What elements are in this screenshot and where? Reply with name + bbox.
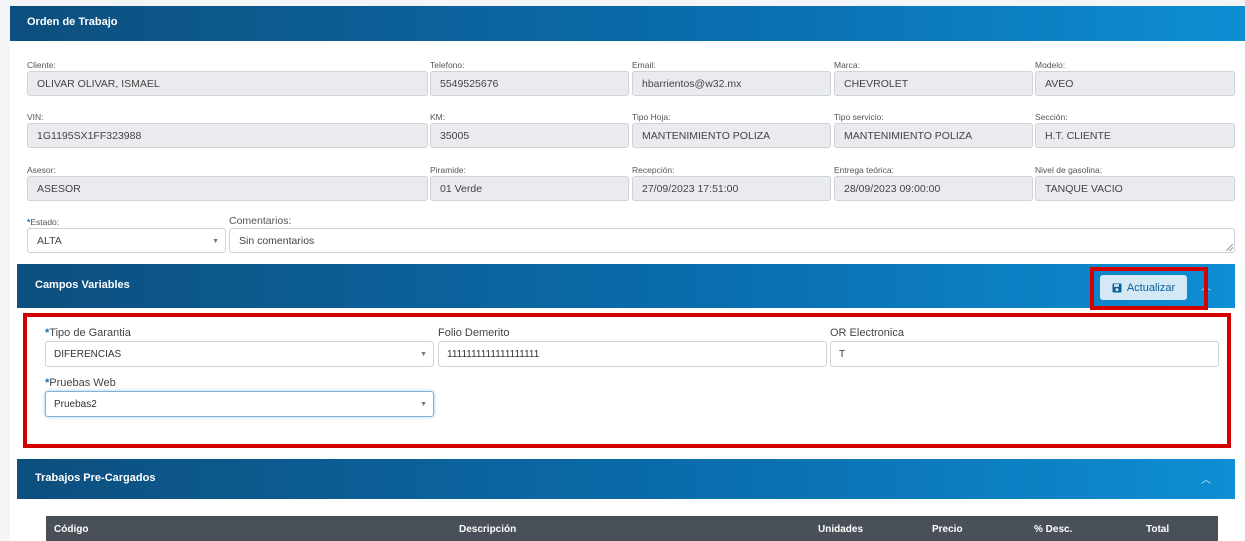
column-codigo[interactable]: Código (54, 524, 88, 535)
estado-label: Estado: (30, 217, 60, 227)
comentarios-value: Sin comentarios (239, 235, 315, 247)
vin-input[interactable]: 1G1195SX1FF323988 (27, 123, 428, 148)
recepcion-input[interactable]: 27/09/2023 17:51:00 (632, 176, 831, 201)
caret-down-icon: ▼ (212, 238, 219, 245)
piramide-field: Piramide: 01 Verde (430, 164, 629, 201)
column-total[interactable]: Total (1146, 524, 1169, 535)
marca-input[interactable]: CHEVROLET (834, 71, 1033, 96)
column-descuento[interactable]: % Desc. (1034, 524, 1072, 535)
email-label: Email: (632, 60, 656, 70)
chevron-up-icon[interactable]: ︿ (1201, 471, 1211, 486)
modelo-input[interactable]: AVEO (1035, 71, 1235, 96)
estado-select[interactable]: ALTA ▼ (27, 228, 226, 253)
telefono-field: Telefono: 5549525676 (430, 59, 629, 96)
tipo-hoja-label: Tipo Hoja: (632, 112, 671, 122)
estado-field: *Estado: ALTA ▼ (27, 216, 226, 253)
comentarios-textarea[interactable]: Sin comentarios (229, 228, 1235, 253)
page-title: Orden de Trabajo (27, 16, 118, 28)
seccion-field: Sección: H.T. CLIENTE (1035, 111, 1235, 148)
trabajos-table-header: Código Descripción Unidades Precio % Des… (46, 516, 1218, 541)
email-field: Email: hbarrientos@w32.mx (632, 59, 831, 96)
column-descripcion[interactable]: Descripción (459, 524, 516, 535)
campos-variables-title: Campos Variables (35, 279, 130, 291)
recepcion-label: Recepción: (632, 165, 675, 175)
tipo-servicio-input[interactable]: MANTENIMIENTO POLIZA (834, 123, 1033, 148)
highlight-update-button (1090, 267, 1208, 310)
cliente-input[interactable]: OLIVAR OLIVAR, ISMAEL (27, 71, 428, 96)
column-precio[interactable]: Precio (932, 524, 963, 535)
trabajos-header[interactable]: Trabajos Pre-Cargados ︿ (17, 459, 1235, 499)
column-unidades[interactable]: Unidades (818, 524, 863, 535)
cliente-label: Cliente: (27, 60, 56, 70)
cliente-field: Cliente: OLIVAR OLIVAR, ISMAEL (27, 59, 428, 96)
km-input[interactable]: 35005 (430, 123, 629, 148)
gasolina-input[interactable]: TANQUE VACIO (1035, 176, 1235, 201)
marca-label: Marca: (834, 60, 860, 70)
seccion-input[interactable]: H.T. CLIENTE (1035, 123, 1235, 148)
piramide-input[interactable]: 01 Verde (430, 176, 629, 201)
piramide-label: Piramide: (430, 165, 466, 175)
modelo-label: Modelo: (1035, 60, 1066, 70)
km-label: KM: (430, 112, 446, 122)
recepcion-field: Recepción: 27/09/2023 17:51:00 (632, 164, 831, 201)
asesor-label: Asesor: (27, 165, 56, 175)
entrega-label: Entrega teórica: (834, 165, 895, 175)
resize-handle-icon[interactable] (1226, 244, 1233, 251)
highlight-campos-panel (23, 313, 1231, 448)
comentarios-label: Comentarios: (229, 215, 292, 227)
tipo-hoja-input[interactable]: MANTENIMIENTO POLIZA (632, 123, 831, 148)
estado-label-wrap: *Estado: (27, 216, 226, 228)
asesor-input[interactable]: ASESOR (27, 176, 428, 201)
vin-label: VIN: (27, 112, 44, 122)
marca-field: Marca: CHEVROLET (834, 59, 1033, 96)
modelo-field: Modelo: AVEO (1035, 59, 1235, 96)
asesor-field: Asesor: ASESOR (27, 164, 428, 201)
seccion-label: Sección: (1035, 112, 1068, 122)
tipo-servicio-field: Tipo servicio: MANTENIMIENTO POLIZA (834, 111, 1033, 148)
email-input[interactable]: hbarrientos@w32.mx (632, 71, 831, 96)
entrega-field: Entrega teórica: 28/09/2023 09:00:00 (834, 164, 1033, 201)
gasolina-field: Nivel de gasolina: TANQUE VACIO (1035, 164, 1235, 201)
campos-variables-header[interactable]: Campos Variables ︿ (17, 264, 1235, 308)
comentarios-field: Comentarios: Sin comentarios (229, 214, 1235, 253)
km-field: KM: 35005 (430, 111, 629, 148)
estado-value: ALTA (37, 235, 62, 247)
vin-field: VIN: 1G1195SX1FF323988 (27, 111, 428, 148)
tipo-servicio-label: Tipo servicio: (834, 112, 884, 122)
entrega-input[interactable]: 28/09/2023 09:00:00 (834, 176, 1033, 201)
page-header: Orden de Trabajo (10, 6, 1245, 41)
telefono-label: Telefono: (430, 60, 465, 70)
trabajos-title: Trabajos Pre-Cargados (35, 472, 156, 484)
gasolina-label: Nivel de gasolina: (1035, 165, 1103, 175)
tipo-hoja-field: Tipo Hoja: MANTENIMIENTO POLIZA (632, 111, 831, 148)
telefono-input[interactable]: 5549525676 (430, 71, 629, 96)
